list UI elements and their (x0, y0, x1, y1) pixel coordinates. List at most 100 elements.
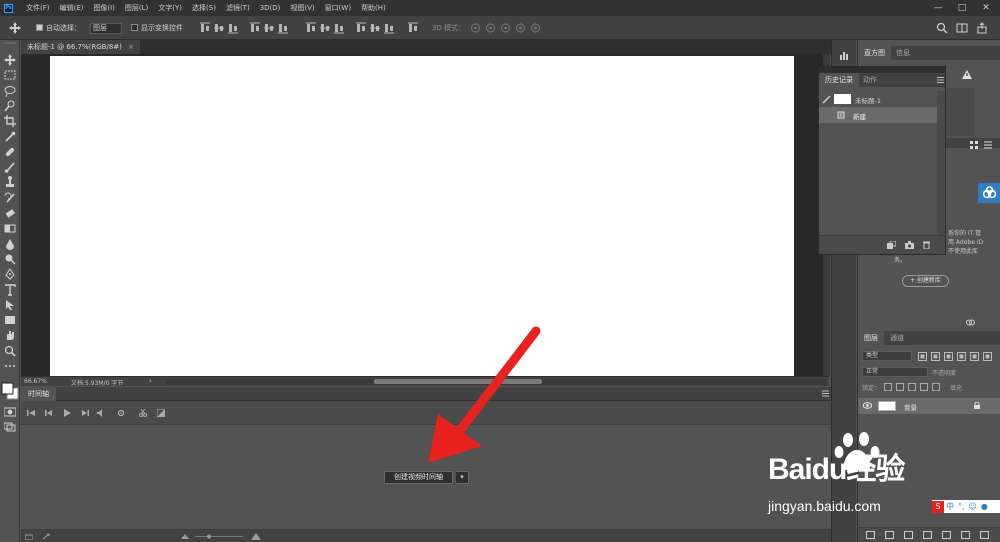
auto-select-option[interactable]: 自动选择： (36, 22, 81, 34)
delete-layer-icon[interactable] (980, 531, 989, 539)
list-view-icon[interactable] (984, 141, 992, 149)
lock-position-icon[interactable] (908, 383, 916, 391)
filter-type-icon[interactable] (944, 352, 953, 361)
render-video-icon[interactable] (43, 533, 51, 540)
distribute-left-icon[interactable] (356, 22, 366, 34)
lock-image-icon[interactable] (896, 383, 904, 391)
grid-view-icon[interactable] (970, 141, 978, 149)
toolbar-grip[interactable] (4, 42, 16, 45)
crop-tool-icon[interactable] (4, 115, 16, 128)
menu-file[interactable]: 文件(F) (21, 3, 55, 13)
next-frame-icon[interactable] (81, 409, 89, 417)
move-tool-icon[interactable] (8, 21, 22, 35)
layer-name[interactable]: 背景 (904, 402, 917, 412)
add-mask-icon[interactable] (904, 531, 913, 539)
lock-artboard-icon[interactable] (920, 383, 928, 391)
rectangle-tool-icon[interactable] (4, 314, 16, 326)
status-arrow-icon[interactable]: › (149, 377, 152, 385)
settings-gear-icon[interactable] (117, 409, 125, 417)
history-row-snapshot[interactable]: 未标题-1 (819, 91, 937, 107)
ime-emoji-icon[interactable]: ☺ (969, 502, 977, 511)
show-transform-option[interactable]: 显示变换控件 (131, 22, 183, 34)
dodge-tool-icon[interactable] (4, 253, 16, 265)
history-brush-tool-icon[interactable] (4, 192, 16, 204)
create-library-button[interactable]: + 创建新库 (902, 275, 949, 287)
move-tool-icon[interactable] (4, 54, 16, 66)
menu-edit[interactable]: 编辑(E) (55, 3, 89, 13)
filter-shape-icon[interactable] (957, 352, 966, 361)
layer-row[interactable]: 背景 (858, 398, 1000, 414)
distribute-top-icon[interactable] (306, 22, 316, 34)
zoom-level[interactable]: 66.67% (24, 378, 47, 385)
close-window-button[interactable]: ✕ (974, 0, 998, 16)
orbit-3d-icon[interactable] (470, 22, 481, 34)
timeline-menu-icon[interactable] (822, 390, 829, 397)
roll-3d-icon[interactable] (485, 22, 496, 34)
align-bottom-icon[interactable] (228, 22, 238, 34)
previous-frame-icon[interactable] (45, 409, 53, 417)
menu-filter[interactable]: 滤镜(T) (221, 3, 255, 13)
menu-3d[interactable]: 3D(D) (255, 4, 286, 12)
more-tools-icon[interactable] (4, 360, 16, 372)
brush-tool-icon[interactable] (4, 161, 16, 173)
tab-history[interactable]: 历史记录 (819, 73, 859, 87)
color-swatches-icon[interactable] (1, 382, 19, 400)
tab-actions[interactable]: 动作 (857, 73, 883, 87)
align-left-icon[interactable] (250, 22, 260, 34)
clone-stamp-tool-icon[interactable] (4, 176, 16, 188)
slide-3d-icon[interactable] (515, 22, 526, 34)
menu-layer[interactable]: 图层(L) (120, 3, 153, 13)
pen-tool-icon[interactable] (4, 268, 16, 280)
auto-align-icon[interactable] (408, 22, 418, 34)
workspace-icon[interactable] (956, 22, 968, 34)
zoom-out-timeline-icon[interactable] (181, 533, 189, 540)
blend-mode-select[interactable]: 正常 (862, 367, 928, 377)
quick-select-tool-icon[interactable] (4, 100, 16, 112)
auto-select-checkbox[interactable] (36, 24, 43, 31)
gradient-tool-icon[interactable] (4, 222, 16, 234)
link-layers-icon[interactable] (866, 531, 875, 539)
camera-icon[interactable] (905, 241, 914, 249)
distribute-bottom-icon[interactable] (334, 22, 344, 34)
maximize-button[interactable]: □ (950, 0, 974, 16)
close-tab-icon[interactable]: × (128, 43, 134, 51)
filter-toggle-icon[interactable] (983, 352, 992, 361)
align-hcenter-icon[interactable] (264, 22, 274, 34)
tab-channels[interactable]: 通道 (884, 331, 910, 345)
menu-help[interactable]: 帮助(H) (356, 3, 391, 13)
filter-smart-icon[interactable] (970, 352, 979, 361)
trash-icon[interactable] (923, 241, 930, 249)
distribute-right-icon[interactable] (384, 22, 394, 34)
menu-type[interactable]: 文字(Y) (153, 3, 187, 13)
go-to-first-frame-icon[interactable] (27, 409, 35, 417)
new-document-from-state-icon[interactable] (887, 241, 896, 249)
healing-brush-tool-icon[interactable] (4, 146, 16, 158)
lasso-tool-icon[interactable] (4, 85, 16, 97)
lock-all-icon[interactable] (932, 383, 940, 391)
pan-3d-icon[interactable] (500, 22, 511, 34)
quick-mask-icon[interactable] (4, 407, 16, 417)
new-layer-icon[interactable] (961, 531, 970, 539)
search-icon[interactable] (936, 22, 948, 34)
path-select-tool-icon[interactable] (4, 299, 16, 311)
auto-select-dropdown[interactable]: 图层 (90, 22, 122, 34)
tab-info[interactable]: 信息 (890, 46, 916, 60)
scale-3d-icon[interactable] (530, 22, 541, 34)
transition-icon[interactable] (157, 409, 165, 417)
distribute-vcenter-icon[interactable] (320, 22, 330, 34)
zoom-tool-icon[interactable] (4, 345, 16, 357)
document-tab[interactable]: 未标题-1 @ 66.7%(RGB/8#) × (21, 40, 140, 54)
menu-window[interactable]: 窗口(W) (320, 3, 356, 13)
histogram-icon[interactable] (840, 50, 850, 60)
create-video-timeline-button[interactable]: 创建视频时间轴 (384, 471, 453, 484)
align-top-icon[interactable] (200, 22, 210, 34)
creative-cloud-icon[interactable] (978, 183, 1000, 203)
distribute-hcenter-icon[interactable] (370, 22, 380, 34)
mute-audio-icon[interactable] (97, 409, 105, 417)
align-right-icon[interactable] (278, 22, 288, 34)
hand-tool-icon[interactable] (4, 329, 16, 341)
tab-histogram[interactable]: 直方图 (858, 46, 891, 60)
play-icon[interactable] (63, 409, 71, 417)
visibility-eye-icon[interactable] (863, 402, 872, 409)
history-row-new[interactable]: 新建 (819, 107, 937, 123)
